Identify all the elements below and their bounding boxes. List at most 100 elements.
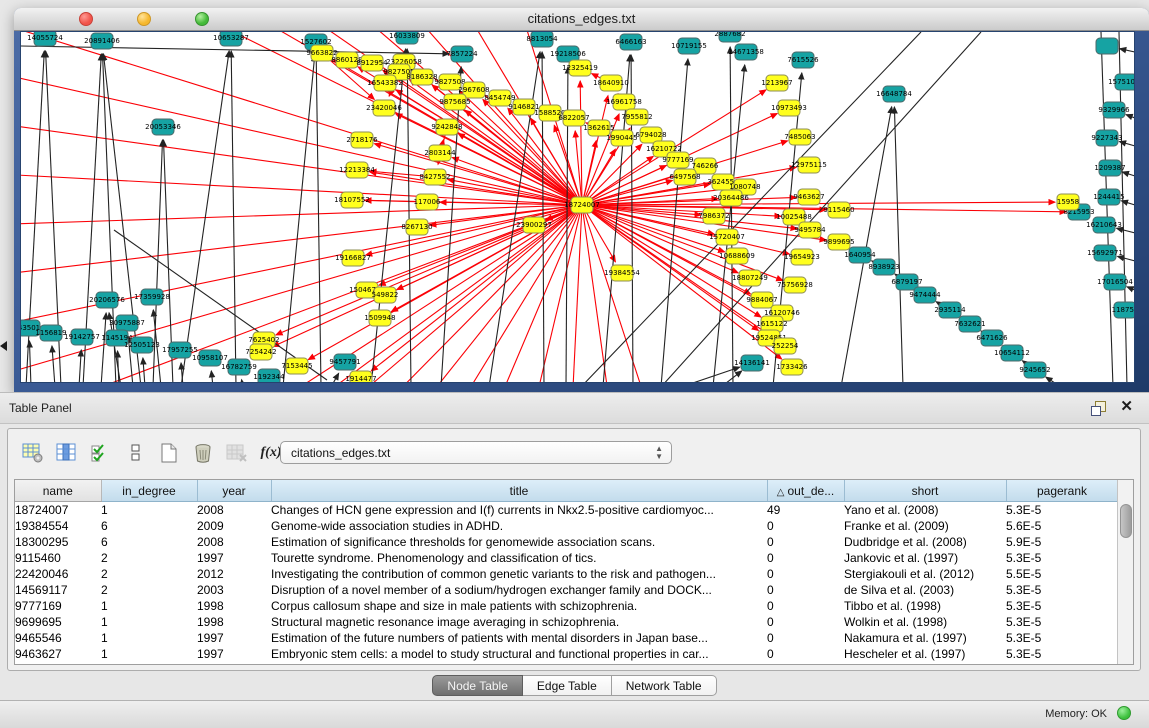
table-row[interactable]: 977716911998Corpus callosum shape and si… <box>15 598 1118 614</box>
table-cell[interactable]: Corpus callosum shape and size in male p… <box>271 598 767 614</box>
table-cell[interactable]: 1 <box>101 646 197 662</box>
graph-node[interactable]: 20891406 <box>84 33 120 49</box>
table-cell[interactable]: 9115460 <box>15 550 101 566</box>
table-cell[interactable]: Dudbridge et al. (2008) <box>844 534 1006 550</box>
table-cell[interactable]: 9465546 <box>15 630 101 646</box>
graph-node[interactable]: 10654112 <box>994 345 1030 361</box>
table-cell[interactable]: 18724007 <box>15 502 101 519</box>
graph-node[interactable]: 15751074 <box>1108 74 1135 90</box>
table-cell[interactable]: 5.3E-5 <box>1006 582 1118 598</box>
tab-node-table[interactable]: Node Table <box>432 675 523 696</box>
graph-node[interactable]: 10688609 <box>719 248 755 264</box>
column-header-short[interactable]: short <box>844 480 1006 502</box>
table-cell[interactable]: 0 <box>767 598 844 614</box>
graph-node[interactable]: 20053346 <box>145 119 181 135</box>
table-row[interactable]: 946362711997Embryonic stem cells: a mode… <box>15 646 1118 662</box>
table-cell[interactable]: Stergiakouli et al. (2012) <box>844 566 1006 582</box>
table-cell[interactable]: 5.6E-5 <box>1006 518 1118 534</box>
table-cell[interactable]: 2 <box>101 566 197 582</box>
graph-node[interactable]: 19166827 <box>335 250 371 266</box>
graph-node[interactable]: 9899695 <box>823 234 854 250</box>
graph-node[interactable]: 8427552 <box>419 169 450 185</box>
graph-node[interactable]: 8938923 <box>868 259 899 275</box>
graph-node[interactable]: 118753 <box>1112 302 1135 318</box>
table-cell[interactable]: 19384554 <box>15 518 101 534</box>
table-cell[interactable]: 5.3E-5 <box>1006 614 1118 630</box>
column-header-title[interactable]: title <box>271 480 767 502</box>
show-rows-button[interactable] <box>120 439 150 467</box>
graph-node[interactable]: 1156819 <box>35 325 66 341</box>
table-cell[interactable]: 1997 <box>197 550 271 566</box>
graph-node[interactable]: 7485063 <box>784 129 815 145</box>
graph-node[interactable]: 12975115 <box>791 157 827 173</box>
table-row[interactable]: 1872400712008Changes of HCN gene express… <box>15 502 1118 519</box>
table-cell[interactable]: Franke et al. (2009) <box>844 518 1006 534</box>
graph-node[interactable]: 16961758 <box>606 94 642 110</box>
float-panel-icon[interactable] <box>1091 401 1105 415</box>
table-cell[interactable]: Changes of HCN gene expression and I(f) … <box>271 502 767 519</box>
graph-node[interactable]: 19654923 <box>784 249 820 265</box>
tab-network-table[interactable]: Network Table <box>612 675 717 696</box>
table-cell[interactable]: Embryonic stem cells: a model to study s… <box>271 646 767 662</box>
table-cell[interactable]: 49 <box>767 502 844 519</box>
table-cell[interactable]: Hescheler et al. (1997) <box>844 646 1006 662</box>
graph-node[interactable]: 9777169 <box>662 152 693 168</box>
graph-node[interactable]: 1209387 <box>1094 160 1125 176</box>
table-cell[interactable]: 0 <box>767 550 844 566</box>
table-cell[interactable]: 9777169 <box>15 598 101 614</box>
table-cell[interactable]: 1998 <box>197 598 271 614</box>
table-cell[interactable]: 2003 <box>197 582 271 598</box>
graph-node[interactable]: 15692971 <box>1087 245 1123 261</box>
graph-node[interactable]: 6497568 <box>669 169 700 185</box>
table-cell[interactable]: Tourette syndrome. Phenomenology and cla… <box>271 550 767 566</box>
table-cell[interactable]: Yano et al. (2008) <box>844 502 1006 519</box>
table-cell[interactable]: 5.3E-5 <box>1006 502 1118 519</box>
table-row[interactable]: 1456911722003Disruption of a novel membe… <box>15 582 1118 598</box>
table-cell[interactable]: Nakamura et al. (1997) <box>844 630 1006 646</box>
graph-node[interactable]: 549822 <box>372 287 399 303</box>
table-cell[interactable]: 6 <box>101 534 197 550</box>
table-cell[interactable]: 0 <box>767 630 844 646</box>
graph-node[interactable]: 7615526 <box>787 52 819 68</box>
table-cell[interactable]: 5.9E-5 <box>1006 534 1118 550</box>
close-panel-icon[interactable]: ✕ <box>1120 398 1133 416</box>
graph-node[interactable]: 1990445 <box>606 130 637 146</box>
column-header-in_degree[interactable]: in_degree <box>101 480 197 502</box>
graph-node[interactable]: 16033809 <box>389 32 425 44</box>
table-cell[interactable]: 1 <box>101 598 197 614</box>
memory-status-indicator[interactable] <box>1117 706 1131 720</box>
graph-node[interactable]: 1733426 <box>776 359 808 375</box>
select-column-button[interactable] <box>52 439 82 467</box>
graph-node[interactable]: 1244415 <box>1093 189 1124 205</box>
table-cell[interactable]: de Silva et al. (2003) <box>844 582 1006 598</box>
graph-node[interactable]: 2718176 <box>346 132 378 148</box>
table-cell[interactable]: 14569117 <box>15 582 101 598</box>
table-cell[interactable]: Genome-wide association studies in ADHD. <box>271 518 767 534</box>
table-cell[interactable]: 0 <box>767 614 844 630</box>
graph-node[interactable]: 19142757 <box>64 329 100 345</box>
table-cell[interactable]: 1 <box>101 614 197 630</box>
graph-node[interactable]: 14136141 <box>734 355 770 371</box>
table-cell[interactable]: 2008 <box>197 502 271 519</box>
new-table-button[interactable] <box>154 439 184 467</box>
graph-node[interactable]: 9875685 <box>439 94 470 110</box>
network-canvas[interactable]: 1405572420891406106532871527602160338097… <box>21 32 1135 383</box>
graph-node[interactable]: 2887682 <box>714 32 745 42</box>
graph-node[interactable]: 7153445 <box>281 358 312 374</box>
table-cell[interactable]: Estimation of significance thresholds fo… <box>271 534 767 550</box>
graph-node[interactable]: 8813054 <box>526 32 558 47</box>
table-cell[interactable]: 5.3E-5 <box>1006 646 1118 662</box>
graph-node[interactable]: 1640954 <box>844 247 876 263</box>
delete-table-button-disabled[interactable] <box>222 439 252 467</box>
table-cell[interactable]: 5.3E-5 <box>1006 550 1118 566</box>
column-header-name[interactable]: name <box>15 480 101 502</box>
column-header-pagerank[interactable]: pagerank <box>1006 480 1118 502</box>
graph-node[interactable]: 1192344 <box>253 369 285 383</box>
table-cell[interactable]: 9699695 <box>15 614 101 630</box>
column-header-year[interactable]: year <box>197 480 271 502</box>
table-cell[interactable]: 2 <box>101 582 197 598</box>
table-cell[interactable]: 18300295 <box>15 534 101 550</box>
table-cell[interactable]: 2012 <box>197 566 271 582</box>
graph-node[interactable]: 6471626 <box>976 330 1008 346</box>
table-cell[interactable]: Jankovic et al. (1997) <box>844 550 1006 566</box>
